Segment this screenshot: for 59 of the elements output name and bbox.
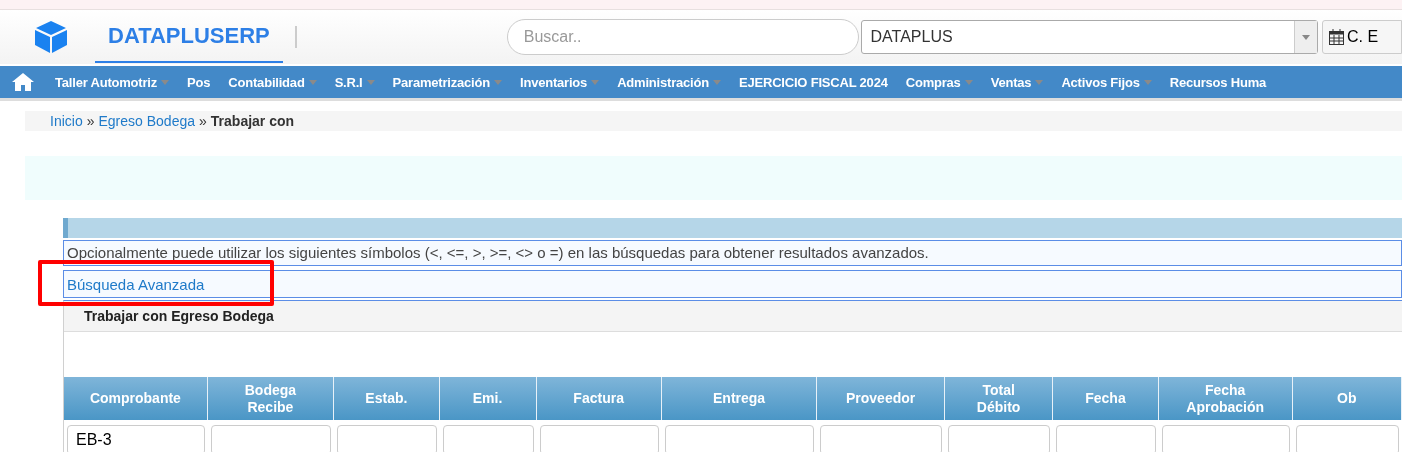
caret-icon: [591, 79, 600, 85]
calendar-button[interactable]: C. E: [1322, 20, 1402, 54]
column-header[interactable]: Entrega: [661, 377, 818, 420]
company-select[interactable]: DATAPLUS: [860, 20, 1318, 54]
column-header[interactable]: Fecha Aprobación: [1158, 377, 1293, 420]
menu-item[interactable]: Contabilidad: [219, 66, 326, 98]
menu-item[interactable]: Ventas: [981, 66, 1053, 98]
column-header[interactable]: Estab.: [334, 377, 440, 420]
filter-field[interactable]: [820, 425, 942, 452]
menu-item[interactable]: EJERCICIO FISCAL 2024: [729, 66, 897, 98]
column-header[interactable]: Comprobante: [64, 377, 208, 420]
column-header[interactable]: Emi.: [439, 377, 537, 420]
caret-icon: [1143, 79, 1152, 85]
breadcrumb-current: Trabajar con: [210, 113, 295, 129]
column-header[interactable]: Total Débito: [944, 377, 1054, 420]
menu-item[interactable]: Administración: [608, 66, 730, 98]
menu-item[interactable]: Taller Automotriz: [46, 66, 179, 98]
caret-icon: [308, 79, 317, 85]
calendar-icon: [1329, 29, 1344, 45]
filter-field[interactable]: [337, 425, 437, 452]
menu-item[interactable]: Activos Fijos: [1052, 66, 1161, 98]
filter-field[interactable]: [1295, 425, 1399, 452]
column-header[interactable]: Fecha: [1053, 377, 1159, 420]
caret-icon: [1302, 34, 1310, 40]
breadcrumb-link[interactable]: Egreso Bodega: [98, 113, 195, 129]
column-header[interactable]: Ob: [1292, 377, 1402, 420]
filter-field[interactable]: [664, 425, 815, 452]
filter-field[interactable]: [1161, 425, 1290, 452]
breadcrumb-separator: »: [199, 113, 207, 129]
column-header[interactable]: Factura: [536, 377, 662, 420]
caret-icon: [1035, 79, 1044, 85]
filter-field[interactable]: EB-3: [67, 425, 205, 452]
filter-field[interactable]: [947, 425, 1051, 452]
advanced-search-link[interactable]: Búsqueda Avanzada: [67, 275, 205, 293]
search-hint: Opcionalmente puede utilizar los siguientes símbolos (<, <=, >, >=, <> o =) en las búsquedas para obtener resultados avanzados.: [63, 240, 1402, 266]
menu-item[interactable]: Pos: [178, 66, 220, 98]
menu-item[interactable]: S.R.I: [325, 66, 384, 98]
column-header[interactable]: Proveedor: [817, 377, 945, 420]
home-icon[interactable]: [12, 73, 34, 91]
breadcrumb-separator: »: [86, 113, 95, 129]
grid-title: Trabajar con Egreso Bodega: [64, 301, 1402, 332]
search-field[interactable]: Buscar..: [506, 19, 859, 55]
filter-field[interactable]: [442, 425, 534, 452]
filter-field[interactable]: [210, 425, 332, 452]
menu-item[interactable]: Inventarios: [511, 66, 609, 98]
filter-field[interactable]: [1056, 425, 1156, 452]
brand-name: DATAPLUSERP: [95, 11, 283, 63]
caret-icon: [494, 79, 502, 85]
caret-icon: [366, 79, 375, 85]
column-header[interactable]: Bodega Recibe: [207, 377, 335, 420]
caret-icon: [964, 79, 973, 85]
caret-icon: [161, 79, 170, 85]
menu-item[interactable]: Compras: [896, 66, 982, 98]
filter-field[interactable]: [539, 425, 659, 452]
caret-icon: [712, 79, 721, 85]
breadcrumb-link[interactable]: Inicio: [50, 113, 83, 129]
menu-item[interactable]: Parametrización: [383, 66, 511, 98]
cube-icon: [33, 19, 69, 55]
menu-item[interactable]: Recursos Huma: [1160, 66, 1276, 98]
